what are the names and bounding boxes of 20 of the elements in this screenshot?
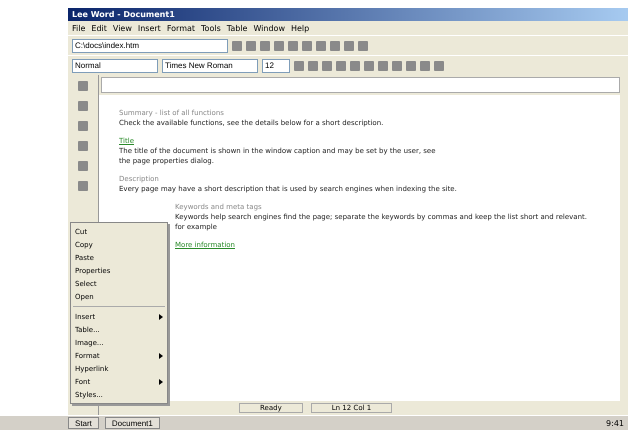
submenu-arrow-icon — [159, 378, 163, 384]
menu-item[interactable]: Format — [166, 24, 196, 32]
menu-item[interactable]: Window — [253, 24, 285, 32]
window-title: Lee Word - Document1 — [68, 8, 628, 21]
size-field[interactable]: 12 — [262, 58, 290, 72]
menu-item[interactable]: File — [72, 24, 86, 32]
menu-item[interactable]: Insert — [138, 24, 161, 32]
start-button[interactable]: Start — [68, 417, 99, 429]
menu-item[interactable]: Edit — [91, 24, 107, 32]
menu-item[interactable]: Tools — [201, 24, 221, 32]
menu-item[interactable]: Table — [226, 24, 248, 32]
menu-item[interactable]: View — [112, 24, 132, 32]
menu-item[interactable]: Help — [290, 24, 310, 32]
submenu-arrow-icon — [159, 352, 163, 358]
font-field[interactable]: Times New Roman — [162, 58, 258, 72]
address-field[interactable]: C:\docs\index.htm — [72, 38, 228, 52]
submenu-arrow-icon — [159, 314, 163, 320]
style-field[interactable]: Normal — [72, 58, 158, 72]
clock: 9:41 — [606, 418, 624, 428]
taskbar-button[interactable]: Document1 — [104, 417, 160, 429]
